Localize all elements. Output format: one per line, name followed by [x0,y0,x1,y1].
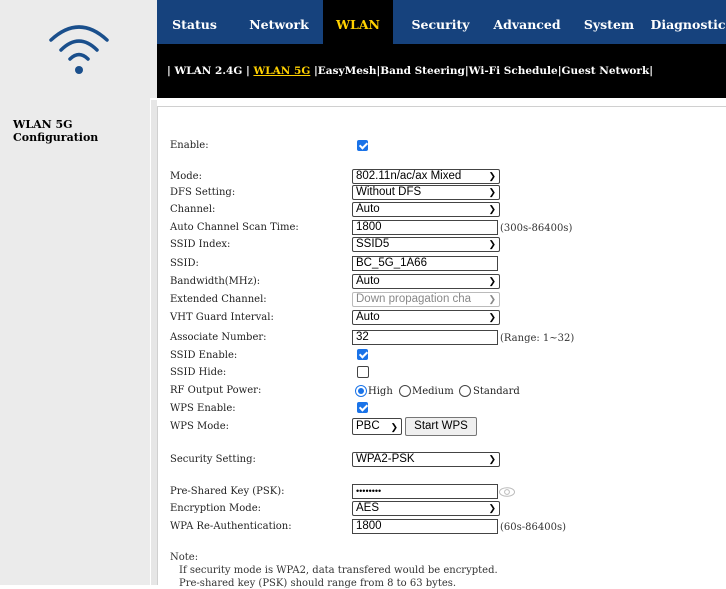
tab-system[interactable]: System [578,0,640,44]
psk-label: Pre-Shared Key (PSK): [170,486,285,497]
wps-enable-label: WPS Enable: [170,403,236,414]
channel-select[interactable]: Auto ❯ [352,202,500,217]
reauth-label: WPA Re-Authentication: [170,521,292,532]
security-value: WPA2-PSK [356,453,415,465]
sidebar-title[interactable]: WLAN 5G Configuration [13,118,150,144]
ext-channel-label: Extended Channel: [170,294,267,305]
wps-mode-select[interactable]: PBC ❯ [352,418,402,435]
chevron-down-icon: ❯ [488,276,496,286]
mode-label: Mode: [170,171,202,182]
subnav-guest-network[interactable]: Guest Network [562,65,650,77]
main-nav: Status Network WLAN Security Advanced Sy… [157,0,726,44]
subnav-wlan-24g[interactable]: WLAN 2.4G [174,65,242,77]
rf-power-high-radio[interactable] [355,385,367,397]
dfs-value: Without DFS [356,186,422,198]
rf-power-medium-radio[interactable] [399,385,411,397]
subnav-wlan-5g[interactable]: WLAN 5G [253,65,310,77]
chevron-down-icon: ❯ [488,171,496,181]
note-line: If security mode is WPA2, data transfere… [179,565,498,576]
chevron-down-icon: ❯ [488,294,496,304]
tab-status[interactable]: Status [167,0,222,44]
sidebar: WLAN 5G Configuration [0,98,150,585]
bandwidth-label: Bandwidth(MHz): [170,276,261,287]
encryption-value: AES [356,502,380,514]
chevron-down-icon: ❯ [488,239,496,249]
ssid-index-label: SSID Index: [170,239,231,250]
vht-guard-value: Auto [356,311,380,323]
subnav-band-steering[interactable]: Band Steering [380,65,465,77]
encryption-select[interactable]: AES ❯ [352,501,500,516]
reauth-input[interactable]: 1800 [352,519,498,534]
assoc-number-input[interactable]: 32 [352,330,498,345]
rf-power-standard-radio[interactable] [459,385,471,397]
sub-nav: | WLAN 2.4G | WLAN 5G |EasyMesh|Band Ste… [157,44,726,98]
encryption-label: Encryption Mode: [170,503,261,514]
logo-area [0,0,157,98]
note-line: Pre-shared key (PSK) should range from 8… [179,578,457,589]
scan-time-hint: (300s-86400s) [500,223,573,234]
dfs-select[interactable]: Without DFS ❯ [352,185,500,200]
reauth-hint: (60s-86400s) [500,522,566,533]
vht-guard-select[interactable]: Auto ❯ [352,310,500,325]
assoc-number-hint: (Range: 1~32) [500,333,575,344]
assoc-number-label: Associate Number: [170,332,267,343]
channel-label: Channel: [170,204,216,215]
tab-wlan[interactable]: WLAN [323,0,393,44]
wifi-icon [49,25,109,74]
tab-diagnostic[interactable]: Diagnostic [650,0,726,44]
rf-power-medium-label: Medium [412,386,454,397]
scan-time-label: Auto Channel Scan Time: [170,222,299,233]
channel-value: Auto [356,203,380,215]
subnav-separator: | [649,65,654,77]
subnav-wifi-schedule[interactable]: Wi-Fi Schedule [469,65,558,77]
security-label: Security Setting: [170,454,256,465]
ssid-hide-checkbox[interactable] [357,366,369,378]
scan-time-input[interactable]: 1800 [352,220,498,235]
mode-value: 802.11n/ac/ax Mixed [356,170,462,182]
ssid-enable-checkbox[interactable] [357,349,368,360]
chevron-down-icon: ❯ [390,422,398,432]
note-title: Note: [170,552,199,563]
chevron-down-icon: ❯ [488,187,496,197]
subnav-easymesh[interactable]: EasyMesh [318,65,377,77]
rf-power-standard-label: Standard [473,386,520,397]
mode-select[interactable]: 802.11n/ac/ax Mixed ❯ [352,169,500,184]
tab-network[interactable]: Network [244,0,314,44]
rf-power-label: RF Output Power: [170,385,262,396]
tab-security[interactable]: Security [403,0,478,44]
security-select[interactable]: WPA2-PSK ❯ [352,452,500,467]
rf-power-high-label: High [368,386,393,397]
wps-mode-value: PBC [356,420,380,432]
dfs-label: DFS Setting: [170,187,236,198]
wps-mode-label: WPS Mode: [170,421,229,432]
wps-enable-checkbox[interactable] [357,402,368,413]
ssid-index-value: SSID5 [356,238,390,250]
enable-checkbox[interactable] [357,140,368,151]
ssid-enable-label: SSID Enable: [170,350,238,361]
ssid-label: SSID: [170,258,199,269]
eye-icon[interactable] [499,487,515,497]
tab-advanced[interactable]: Advanced [487,0,567,44]
enable-label: Enable: [170,140,209,151]
chevron-down-icon: ❯ [488,503,496,513]
ssid-hide-label: SSID Hide: [170,367,227,378]
bandwidth-select[interactable]: Auto ❯ [352,274,500,289]
subnav-separator: | [245,65,250,77]
ssid-index-select[interactable]: SSID5 ❯ [352,237,500,252]
chevron-down-icon: ❯ [488,204,496,214]
vht-guard-label: VHT Guard Interval: [170,312,274,323]
start-wps-button[interactable]: Start WPS [405,417,477,436]
psk-input[interactable]: •••••••• [352,484,498,499]
ext-channel-value: Down propagation cha [356,293,472,305]
ssid-input[interactable]: BC_5G_1A66 [352,256,498,271]
bandwidth-value: Auto [356,275,380,287]
subnav-separator: | [167,65,171,77]
ext-channel-select: Down propagation cha ❯ [352,292,500,307]
chevron-down-icon: ❯ [488,454,496,464]
chevron-down-icon: ❯ [488,312,496,322]
